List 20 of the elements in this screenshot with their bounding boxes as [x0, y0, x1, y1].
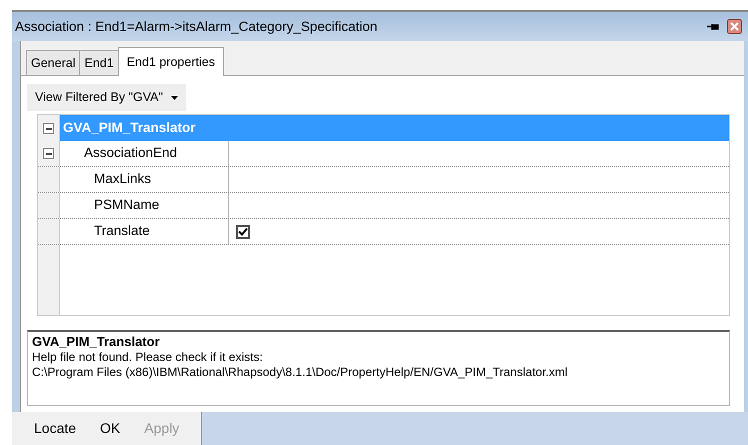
- pin-icon[interactable]: [707, 22, 719, 31]
- help-text: C:\Program Files (x86)\IBM\Rational\Rhapsody\8.1.1\Doc/PropertyHelp/EN/GVA_PIM_Translator.xml: [32, 365, 569, 380]
- collapse-toggle-icon[interactable]: [43, 122, 54, 134]
- property-name[interactable]: Translate: [94, 221, 150, 242]
- help-title: GVA_PIM_Translator: [32, 334, 161, 350]
- filter-dropdown[interactable]: View Filtered By "GVA": [27, 84, 186, 111]
- window-title: Association : End1=Alarm->itsAlarm_Category_Specification: [15, 18, 378, 36]
- close-icon[interactable]: [727, 19, 742, 34]
- tab[interactable]: General: [26, 50, 80, 76]
- property-name[interactable]: PSMName: [94, 195, 160, 216]
- dialog-button[interactable]: OK: [88, 412, 132, 445]
- tab[interactable]: End1 properties: [118, 46, 224, 76]
- dialog-button[interactable]: Locate: [22, 412, 88, 445]
- group-label[interactable]: AssociationEnd: [84, 143, 178, 164]
- property-name[interactable]: MaxLinks: [94, 169, 152, 190]
- help-text: Help file not found. Please check if it exists:: [32, 350, 264, 366]
- tab[interactable]: End1: [79, 50, 119, 76]
- collapse-toggle-icon[interactable]: [43, 148, 54, 159]
- caret-icon: [170, 96, 178, 100]
- checkbox[interactable]: [236, 224, 250, 238]
